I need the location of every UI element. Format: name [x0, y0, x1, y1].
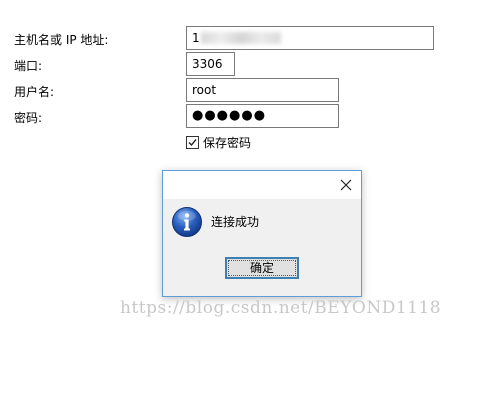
dialog-message: 连接成功 [211, 215, 260, 229]
focus-rectangle [228, 260, 296, 276]
password-label: 密码: [14, 111, 43, 125]
close-icon [340, 179, 352, 191]
save-password-label: 保存密码 [203, 136, 252, 150]
ok-button[interactable]: 确定 [225, 257, 299, 279]
dialog-titlebar [163, 171, 361, 199]
username-input-value: root [192, 83, 217, 97]
save-password-option[interactable]: 保存密码 [186, 134, 251, 151]
password-input-value: ●●●●●● [192, 108, 267, 123]
host-input[interactable]: 1 [186, 26, 434, 50]
host-redaction [201, 32, 281, 44]
username-input[interactable]: root [186, 78, 339, 102]
checkmark-icon [188, 139, 197, 147]
dialog-close-button[interactable] [336, 175, 356, 195]
password-input[interactable]: ●●●●●● [186, 104, 339, 128]
watermark: https://blog.csdn.net/BEYOND1118 [120, 298, 442, 318]
host-input-value: 1 [192, 31, 200, 45]
info-icon [171, 206, 203, 238]
username-label: 用户名: [14, 85, 55, 99]
save-password-checkbox[interactable] [186, 136, 199, 149]
port-label: 端口: [14, 59, 43, 73]
message-dialog: 连接成功 确定 [162, 170, 362, 297]
host-label: 主机名或 IP 地址: [14, 33, 109, 47]
port-input[interactable]: 3306 [186, 52, 235, 76]
port-input-value: 3306 [192, 57, 223, 71]
